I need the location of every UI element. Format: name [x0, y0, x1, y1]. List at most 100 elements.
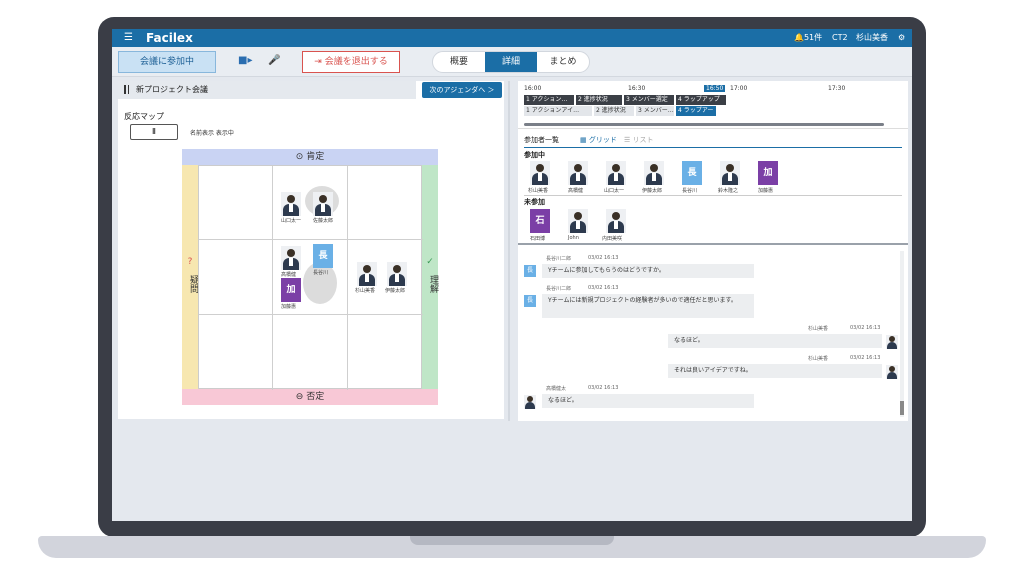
participant-name: 長谷川: [682, 188, 698, 194]
avatar[interactable]: [281, 192, 301, 216]
timeline-time: 17:00: [730, 85, 748, 92]
top-bar: ☰ Facilex 🔔51件 CT2 杉山美香 ⚙: [112, 29, 912, 47]
meeting-title: 新プロジェクト会議: [136, 85, 208, 94]
person-name: 杉山美香: [355, 288, 376, 294]
document-icon: [124, 85, 129, 94]
agenda-segment[interactable]: 3 メンバー選定: [624, 95, 674, 105]
avatar-badge[interactable]: 加: [758, 161, 778, 185]
participant-list: 参加者一覧 ▦ グリッド ☰ リスト 参加中 杉山美香 高橋健 山口太一 伊藤太…: [518, 133, 908, 245]
avatar-badge[interactable]: 長: [682, 161, 702, 185]
message-author: 長谷川二郎: [546, 256, 572, 262]
leave-meeting-label: 会議を退出する: [324, 57, 388, 67]
tab-details[interactable]: 詳細: [485, 52, 537, 72]
question-label: 疑問: [188, 275, 198, 293]
avatar: [886, 365, 898, 379]
avatar-badge[interactable]: 石: [530, 209, 550, 233]
participants-header: 参加者一覧: [524, 136, 559, 144]
grid-icon: ▦: [580, 136, 589, 144]
avatar[interactable]: [568, 161, 588, 185]
avatar[interactable]: [387, 262, 407, 286]
message-date: 03/02 16:13: [588, 385, 619, 391]
notification-count-label: 51件: [803, 33, 823, 42]
person-name: 伊藤太郎: [385, 288, 406, 294]
avatar[interactable]: [644, 161, 664, 185]
understand-label: 理解: [428, 275, 438, 293]
avatar-badge[interactable]: 長: [313, 244, 333, 268]
notification-count[interactable]: 🔔51件: [794, 33, 822, 43]
chat-message: Yチームに参加してもらうのはどうですか。: [542, 264, 754, 278]
hamburger-menu-icon[interactable]: ☰: [124, 32, 133, 44]
right-pane: 16:00 16:30 16:50 17:00 17:30 1 アクション… 2…: [518, 81, 908, 421]
chat-message: それは良いアイデアですね。: [668, 364, 882, 378]
agenda-segment[interactable]: 2 進捗状況: [576, 95, 622, 105]
grid-view-label: グリッド: [588, 136, 617, 144]
scroll-thumb[interactable]: [900, 401, 904, 415]
negative-band: ⊖ 否定: [182, 389, 438, 405]
exit-icon: ⇥: [314, 57, 325, 67]
inactive-label: 未参加: [524, 198, 545, 206]
user-name[interactable]: 杉山美香: [856, 33, 888, 43]
participant-name: 伊藤太郎: [642, 188, 663, 194]
avatar-badge: 長: [524, 265, 536, 277]
meeting-title-bar: 新プロジェクト会議: [118, 81, 416, 99]
reaction-grid: ⊙ 肯定 ⊖ 否定 ? 疑問 ✓ 理解 山口太一 佐藤太郎 高橋健 長 長谷川 …: [182, 149, 438, 405]
agenda-segment[interactable]: 3 メンバー…: [636, 106, 674, 116]
avatar[interactable]: [530, 161, 550, 185]
avatar: [886, 335, 898, 349]
participant-name: 高橋健: [568, 188, 584, 194]
person-name: 長谷川: [313, 270, 329, 276]
chat-message: Yチームには新規プロジェクトの経験者が多いので適任だと思います。: [542, 294, 754, 318]
participant-name: 加藤惠: [758, 188, 774, 194]
tab-overview[interactable]: 概要: [433, 52, 485, 72]
avatar[interactable]: [568, 209, 588, 233]
gear-icon[interactable]: ⚙: [898, 33, 905, 43]
avatar[interactable]: [357, 262, 377, 286]
person-name: 高橋健: [281, 272, 297, 278]
timeline-scrollbar[interactable]: [524, 123, 884, 126]
timeline-time: 16:00: [524, 85, 542, 92]
laptop-base: [38, 536, 986, 558]
leave-meeting-button[interactable]: ⇥ 会議を退出する: [302, 51, 400, 73]
microphone-icon[interactable]: 🎤: [268, 55, 280, 67]
participant-name: 杉山美香: [528, 188, 549, 194]
chat-message: なるほど。: [668, 334, 882, 348]
separator: [524, 147, 902, 148]
message-date: 03/02 16:13: [588, 285, 619, 291]
next-agenda-button[interactable]: 次のアジェンダへ ＞: [422, 82, 502, 98]
agenda-segment[interactable]: 2 進捗状況: [594, 106, 634, 116]
video-camera-icon[interactable]: ■▸: [238, 55, 252, 67]
app-screen: ☰ Facilex 🔔51件 CT2 杉山美香 ⚙ 会議に参加中 ■▸ 🎤 ⇥ …: [112, 29, 912, 521]
message-date: 03/02 16:13: [850, 355, 881, 361]
list-icon: ☰: [624, 136, 633, 144]
grid-view-toggle[interactable]: ▦ グリッド: [580, 135, 617, 145]
participant-name: 石田博: [530, 236, 546, 242]
laptop-notch: [410, 536, 614, 545]
agenda-segment-current[interactable]: 4 ラップアー: [676, 106, 716, 116]
tab-summary[interactable]: まとめ: [537, 52, 589, 72]
ct-label[interactable]: CT2: [832, 33, 848, 43]
join-meeting-button[interactable]: 会議に参加中: [118, 51, 216, 73]
agenda-segment[interactable]: 1 アクション…: [524, 95, 574, 105]
pane-divider[interactable]: [508, 81, 510, 421]
avatar[interactable]: [606, 161, 626, 185]
active-label: 参加中: [524, 151, 545, 159]
agenda-segment[interactable]: 1 アクションアイ…: [524, 106, 592, 116]
chat-log: 長谷川二郎 03/02 16:13 長 Yチームに参加してもらうのはどうですか。…: [518, 251, 908, 421]
avatar[interactable]: [606, 209, 626, 233]
pause-button[interactable]: Ⅱ: [130, 124, 178, 140]
agenda-segment[interactable]: 4 ラップアップ: [676, 95, 726, 105]
avatar[interactable]: [720, 161, 740, 185]
avatar: [524, 395, 536, 409]
question-icon: ?: [187, 257, 193, 267]
list-view-toggle[interactable]: ☰ リスト: [624, 135, 654, 145]
avatar-badge[interactable]: 加: [281, 278, 301, 302]
name-display-toggle[interactable]: 名前表示 表示中: [190, 128, 234, 137]
timeline-current-time: 16:50: [704, 85, 726, 92]
separator: [524, 195, 902, 196]
message-author: 高橋健太: [546, 386, 567, 392]
avatar[interactable]: [313, 192, 333, 216]
avatar[interactable]: [281, 246, 301, 270]
chat-scrollbar[interactable]: [900, 251, 904, 417]
participant-name: 内田美咲: [602, 236, 623, 242]
reaction-map-label: 反応マップ: [124, 112, 164, 121]
